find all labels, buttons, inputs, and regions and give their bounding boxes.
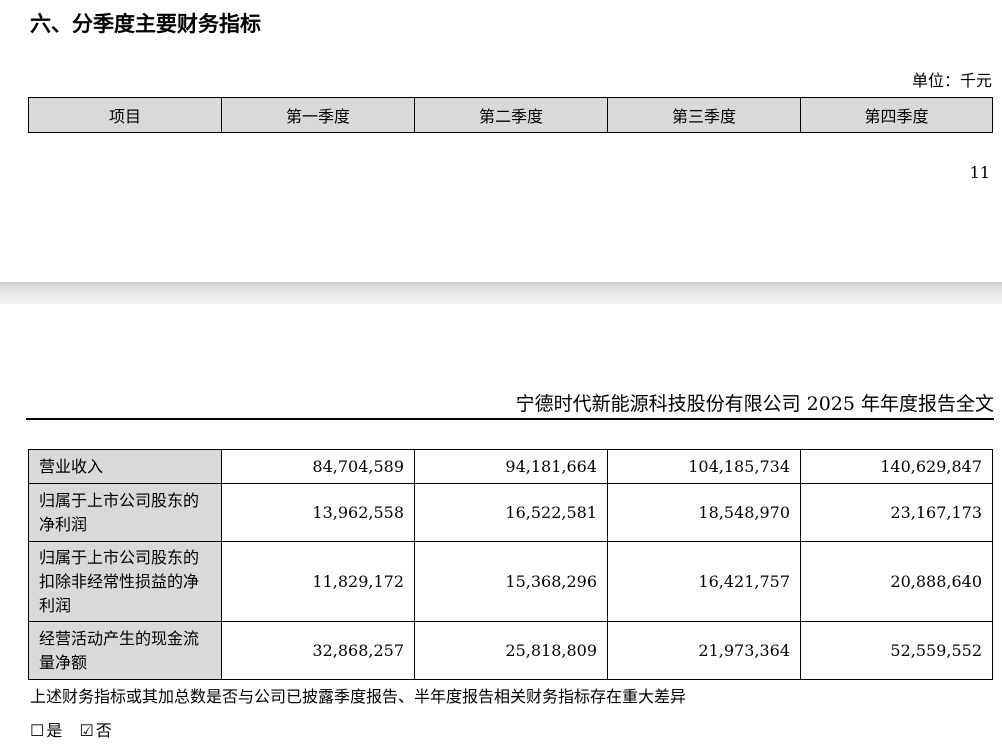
no-label: 否 xyxy=(95,721,112,740)
running-header: 宁德时代新能源科技股份有限公司 2025 年年度报告全文 xyxy=(26,390,994,420)
value-cell: 23,167,173 xyxy=(800,483,993,542)
quarterly-table-body: 营业收入 84,704,589 94,181,664 104,185,734 1… xyxy=(28,449,993,680)
row-label: 归属于上市公司股东的净利润 xyxy=(28,483,222,542)
value-cell: 11,829,172 xyxy=(221,541,415,622)
header-row: 项目 第一季度 第二季度 第三季度 第四季度 xyxy=(28,97,993,133)
value-cell: 104,185,734 xyxy=(607,449,801,484)
value-cell: 15,368,296 xyxy=(414,541,608,622)
value-cell: 84,704,589 xyxy=(221,449,415,484)
header-item: 项目 xyxy=(28,97,222,133)
value-cell: 18,548,970 xyxy=(607,483,801,542)
no-checkbox[interactable]: ☑ xyxy=(79,720,93,742)
row-label: 营业收入 xyxy=(28,449,222,484)
row-label: 归属于上市公司股东的扣除非经常性损益的净利润 xyxy=(28,541,222,622)
value-cell: 16,421,757 xyxy=(607,541,801,622)
value-cell: 13,962,558 xyxy=(221,483,415,542)
table-row: 经营活动产生的现金流量净额 32,868,257 25,818,809 21,9… xyxy=(28,621,993,680)
page-top: 六、分季度主要财务指标 单位：千元 项目 第一季度 第二季度 第三季度 第四季度… xyxy=(0,0,1002,282)
table-row: 营业收入 84,704,589 94,181,664 104,185,734 1… xyxy=(28,449,993,484)
page-bottom: 宁德时代新能源科技股份有限公司 2025 年年度报告全文 营业收入 84,704… xyxy=(0,304,1002,756)
yes-label: 是 xyxy=(46,721,63,740)
value-cell: 21,973,364 xyxy=(607,621,801,680)
value-cell: 20,888,640 xyxy=(800,541,993,622)
value-cell: 16,522,581 xyxy=(414,483,608,542)
header-q4: 第四季度 xyxy=(800,97,993,133)
value-cell: 52,559,552 xyxy=(800,621,993,680)
header-q1: 第一季度 xyxy=(221,97,415,133)
value-cell: 94,181,664 xyxy=(414,449,608,484)
section-title: 六、分季度主要财务指标 xyxy=(30,12,261,36)
header-q3: 第三季度 xyxy=(607,97,801,133)
yes-no-options: ☐ 是 ☑ 否 xyxy=(30,720,112,742)
table-row: 归属于上市公司股东的净利润 13,962,558 16,522,581 18,5… xyxy=(28,483,993,542)
yes-checkbox[interactable]: ☐ xyxy=(30,720,44,742)
page-separator xyxy=(0,282,1002,304)
page-number: 11 xyxy=(969,163,990,182)
unit-label: 单位：千元 xyxy=(911,71,992,90)
value-cell: 140,629,847 xyxy=(800,449,993,484)
table-row: 归属于上市公司股东的扣除非经常性损益的净利润 11,829,172 15,368… xyxy=(28,541,993,622)
header-q2: 第二季度 xyxy=(414,97,608,133)
quarterly-table-header: 项目 第一季度 第二季度 第三季度 第四季度 xyxy=(28,97,993,133)
discrepancy-note: 上述财务指标或其加总数是否与公司已披露季度报告、半年度报告相关财务指标存在重大差… xyxy=(30,687,687,706)
value-cell: 25,818,809 xyxy=(414,621,608,680)
value-cell: 32,868,257 xyxy=(221,621,415,680)
row-label: 经营活动产生的现金流量净额 xyxy=(28,621,222,680)
